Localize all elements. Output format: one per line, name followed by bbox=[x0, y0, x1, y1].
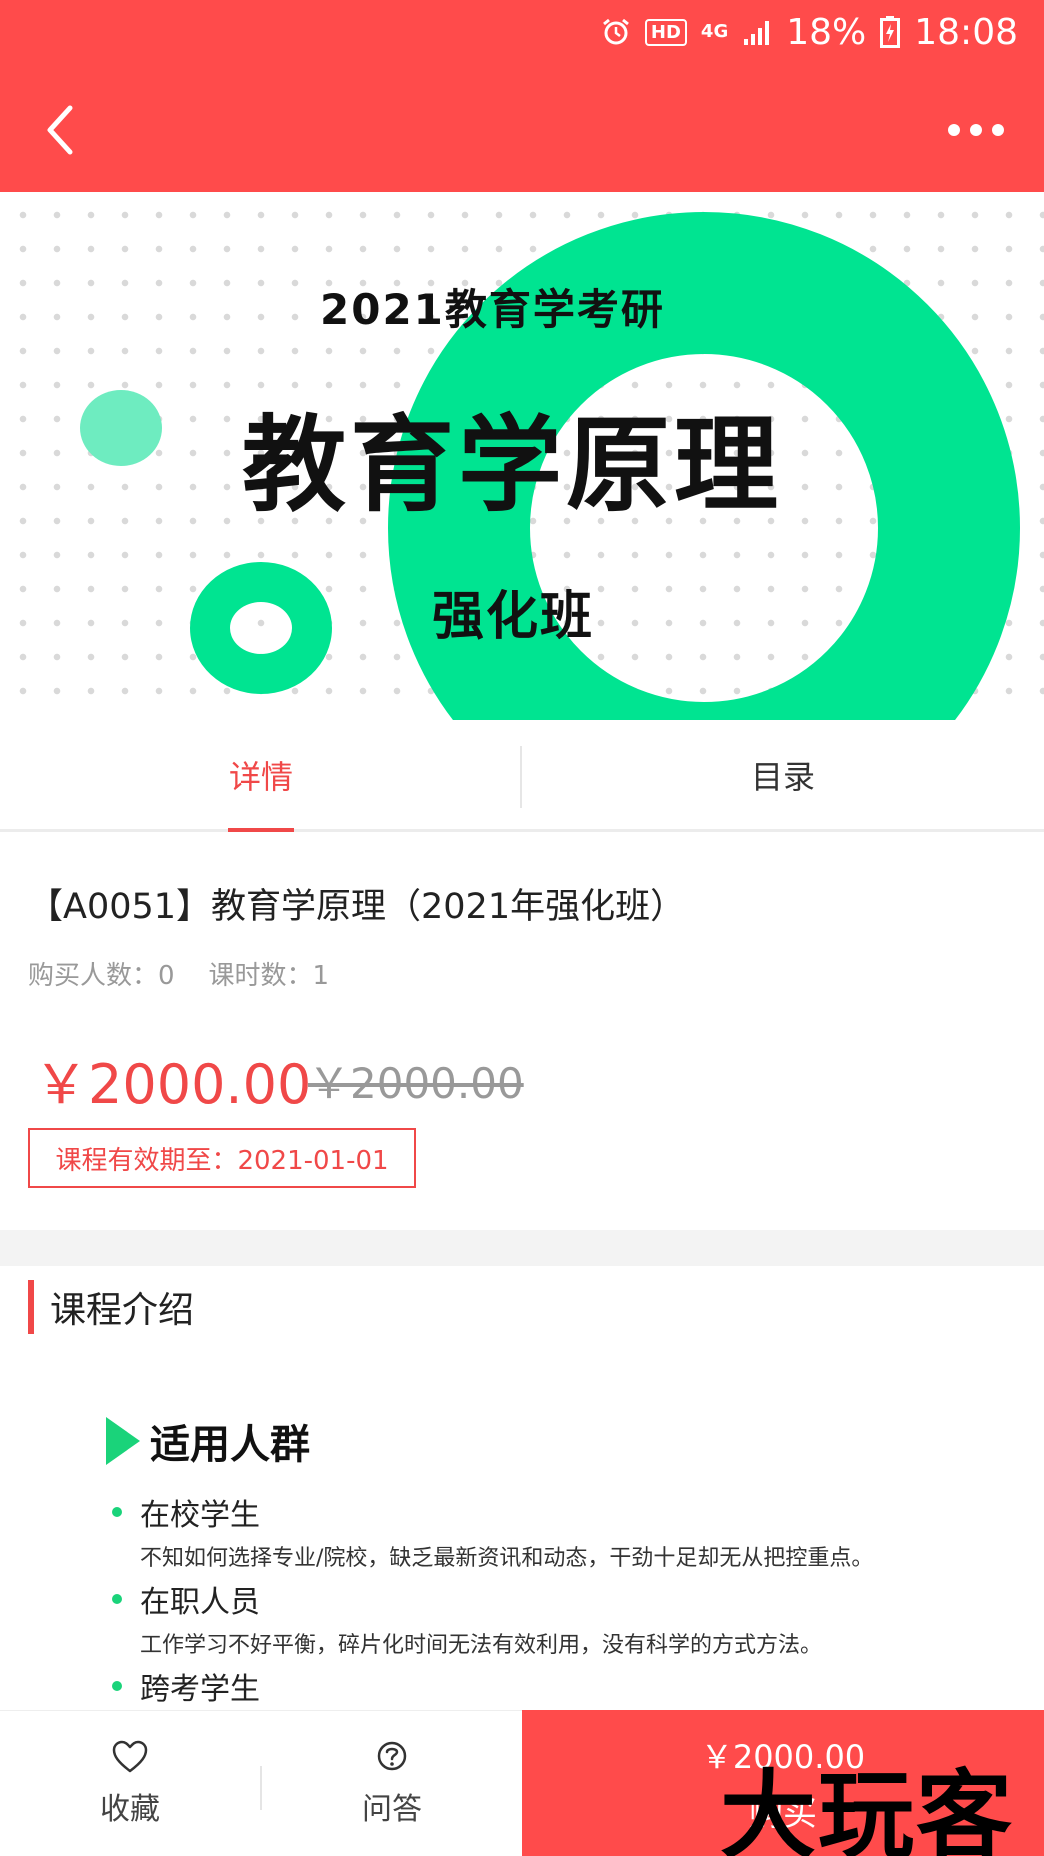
signal-icon bbox=[744, 21, 770, 45]
back-arrow-icon[interactable] bbox=[40, 100, 80, 160]
battery-icon bbox=[880, 16, 901, 48]
banner-class-name: 强化班 bbox=[432, 587, 595, 647]
intro-heading: 适用人群 bbox=[106, 1412, 310, 1470]
audience-desc: 不知如何选择专业/院校，缺乏最新资讯和动态，干劲十足却无从把控重点。 bbox=[140, 1546, 874, 1571]
tab-bar: 详情 目录 bbox=[0, 720, 1044, 832]
bottom-bar-divider bbox=[260, 1766, 262, 1810]
audience-name: 在校学生 bbox=[140, 1498, 260, 1533]
tab-catalog[interactable]: 目录 bbox=[522, 720, 1044, 829]
clock: 18:08 bbox=[914, 11, 1018, 53]
section-header: 课程介绍 bbox=[28, 1280, 194, 1334]
tab-divider bbox=[520, 746, 522, 808]
bullet-icon bbox=[112, 1594, 122, 1604]
question-icon bbox=[377, 1741, 407, 1771]
alarm-icon bbox=[602, 18, 629, 45]
expiry-badge: 课程有效期至：2021-01-01 bbox=[28, 1128, 416, 1188]
audience-name: 在职人员 bbox=[140, 1585, 260, 1620]
banner-dot-decoration bbox=[80, 390, 162, 466]
bullet-icon bbox=[112, 1681, 122, 1691]
audience-item: 在职人员 工作学习不好平衡，碎片化时间无法有效利用，没有科学的方式方法。 bbox=[112, 1577, 822, 1659]
favorite-button[interactable]: 收藏 bbox=[0, 1711, 260, 1856]
section-accent-bar bbox=[28, 1280, 34, 1334]
more-menu-icon[interactable] bbox=[948, 116, 1004, 144]
audience-item: 在校学生 不知如何选择专业/院校，缺乏最新资讯和动态，干劲十足却无从把控重点。 bbox=[112, 1490, 873, 1572]
audience-item: 跨考学生 bbox=[112, 1664, 260, 1708]
audience-desc: 工作学习不好平衡，碎片化时间无法有效利用，没有科学的方式方法。 bbox=[140, 1633, 823, 1658]
banner-small-ring-decoration bbox=[190, 562, 332, 694]
hd-badge: HD bbox=[644, 18, 687, 46]
audience-name: 跨考学生 bbox=[140, 1672, 260, 1707]
favorite-label: 收藏 bbox=[100, 1792, 160, 1827]
qa-button[interactable]: 问答 bbox=[262, 1711, 522, 1856]
status-bar: HD 4G 18% 18:08 bbox=[601, 11, 1018, 53]
buyer-count: 购买人数：0 bbox=[28, 961, 175, 991]
watermark: 大玩客 bbox=[720, 1760, 1014, 1856]
tab-details[interactable]: 详情 bbox=[0, 720, 522, 832]
course-meta: 购买人数：0 课时数：1 bbox=[28, 955, 329, 992]
intro-heading-text: 适用人群 bbox=[150, 1422, 310, 1468]
course-title: 【A0051】教育学原理（2021年强化班） bbox=[28, 887, 686, 927]
bullet-icon bbox=[112, 1507, 122, 1517]
banner-title: 教育学原理 bbox=[242, 404, 783, 526]
section-title: 课程介绍 bbox=[50, 1290, 195, 1331]
heart-icon bbox=[112, 1740, 148, 1773]
current-price: ￥2000.00 bbox=[34, 1053, 312, 1116]
original-price: ￥2000.00 bbox=[308, 1059, 524, 1108]
top-bar: HD 4G 18% 18:08 bbox=[0, 0, 1044, 192]
banner-subtitle: 2021教育学考研 bbox=[320, 285, 665, 334]
course-banner: 2021教育学考研 教育学原理 强化班 bbox=[0, 192, 1044, 720]
lesson-count: 课时数：1 bbox=[208, 961, 330, 991]
section-separator bbox=[0, 1230, 1044, 1266]
network-type: 4G bbox=[700, 21, 729, 42]
battery-percent: 18% bbox=[786, 11, 867, 53]
qa-label: 问答 bbox=[362, 1792, 422, 1827]
play-triangle-icon bbox=[106, 1417, 140, 1465]
